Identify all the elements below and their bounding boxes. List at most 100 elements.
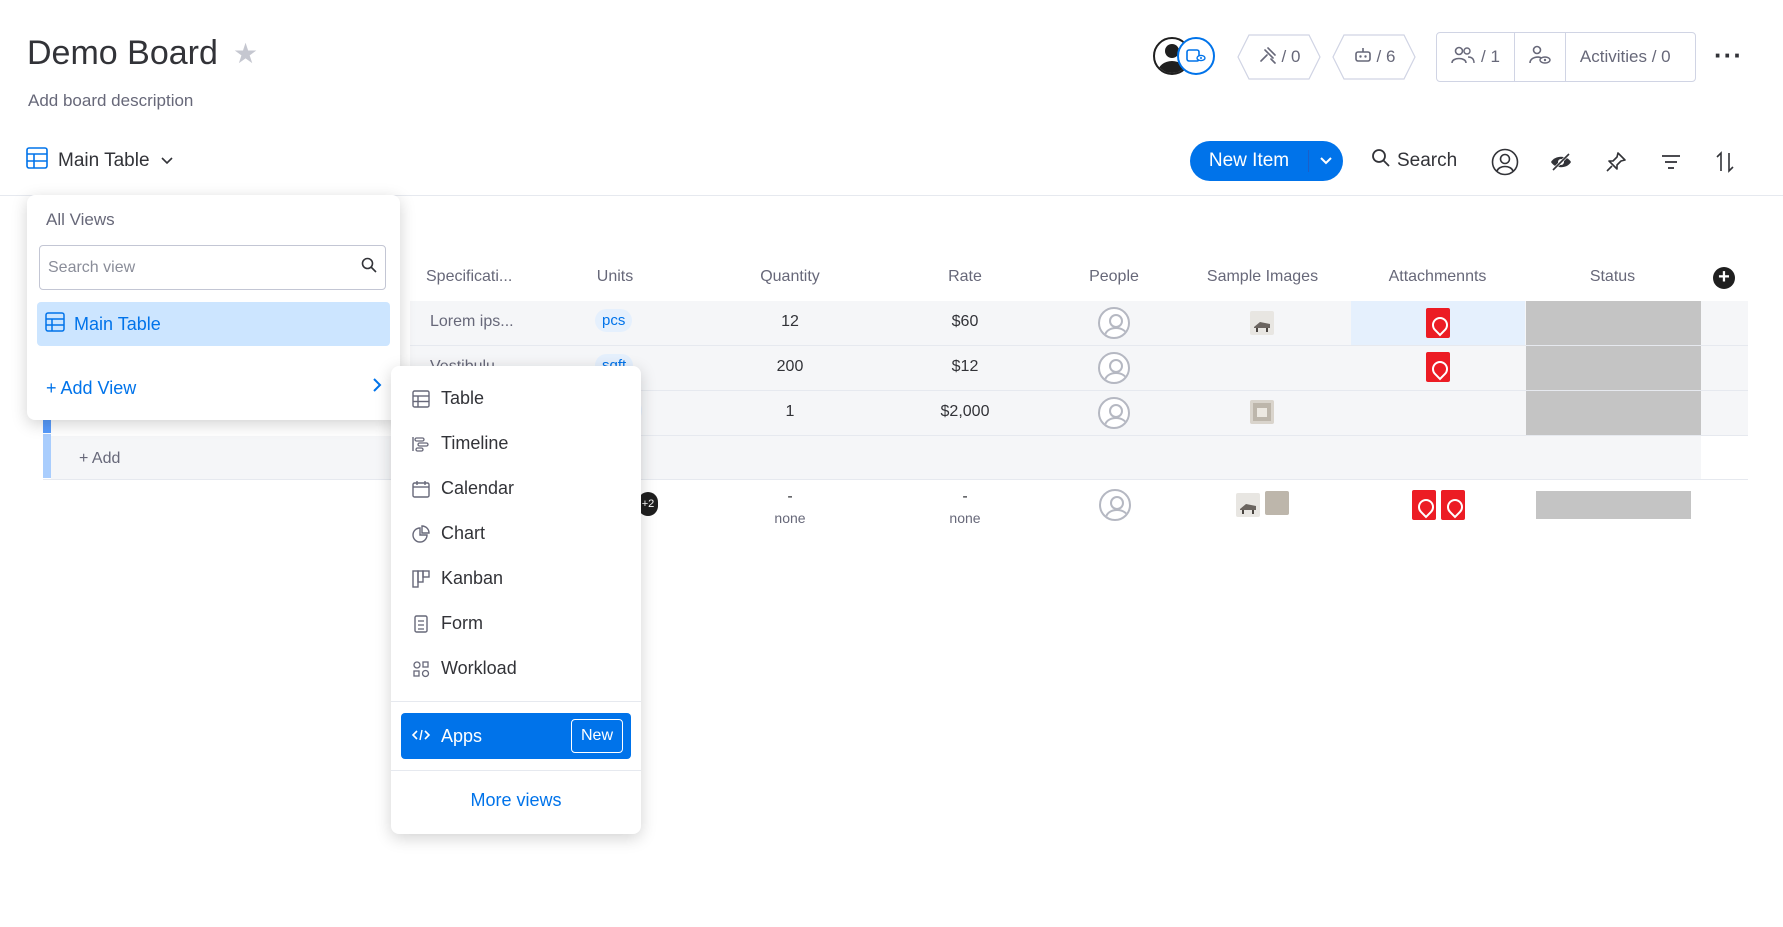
quantity-cell[interactable]: 200: [765, 358, 815, 376]
quantity-cell[interactable]: 1: [765, 403, 815, 421]
sort-icon[interactable]: [1711, 148, 1739, 176]
add-item-label[interactable]: + Add: [79, 450, 120, 468]
rate-cell[interactable]: $60: [940, 313, 990, 331]
table-icon: [411, 389, 431, 409]
rate-cell[interactable]: $2,000: [935, 403, 995, 421]
kanban-icon: [411, 569, 431, 589]
person-filter-icon[interactable]: [1491, 148, 1519, 176]
view-item-label: Main Table: [74, 313, 161, 334]
column-header-sample-images[interactable]: Sample Images: [1190, 268, 1335, 286]
activities-button[interactable]: Activities / 0: [1564, 33, 1685, 81]
automations-count: / 6: [1376, 47, 1396, 66]
search-icon: [361, 257, 377, 278]
view-item-main-table[interactable]: Main Table: [37, 302, 390, 346]
members-icon: [1451, 46, 1475, 69]
add-view-workload-label: Workload: [441, 658, 517, 678]
add-view-table[interactable]: Table: [411, 388, 484, 409]
row-divider: [43, 479, 1748, 480]
sample-image-thumbnail[interactable]: [1250, 311, 1274, 335]
integrations-button[interactable]: / 0: [1237, 34, 1321, 80]
column-header-attachments[interactable]: Attachmennts: [1370, 268, 1505, 286]
new-item-dropdown-icon[interactable]: [1309, 156, 1343, 166]
add-view-workload[interactable]: Workload: [411, 658, 517, 679]
add-view-timeline[interactable]: Timeline: [411, 433, 508, 454]
more-views-link[interactable]: More views: [391, 790, 641, 811]
view-selector[interactable]: Main Table: [26, 147, 174, 175]
filter-icon[interactable]: [1657, 148, 1685, 176]
submenu-divider: [391, 701, 641, 702]
add-view-form[interactable]: Form: [411, 613, 483, 634]
board-description[interactable]: Add board description: [28, 91, 193, 111]
column-header-people[interactable]: People: [1064, 268, 1164, 286]
new-badge: New: [570, 719, 623, 753]
column-header-quantity[interactable]: Quantity: [740, 268, 840, 286]
favorite-star-icon[interactable]: ★: [233, 40, 258, 68]
pie-chart-icon: [411, 524, 431, 544]
status-cell[interactable]: [1526, 391, 1701, 435]
add-view-calendar-label: Calendar: [441, 478, 515, 498]
members-button[interactable]: / 1: [1437, 33, 1514, 81]
automations-button[interactable]: / 6: [1332, 34, 1416, 80]
summary-count-badge: +2: [638, 492, 658, 516]
column-header-units[interactable]: Units: [570, 268, 660, 286]
add-view-submenu: Table Timeline Calendar Chart Kanban For…: [391, 366, 641, 834]
add-item-row[interactable]: [51, 436, 1701, 480]
rate-summary-value: -: [962, 488, 968, 505]
guest-view-avatar-icon[interactable]: [1177, 37, 1215, 75]
add-view-kanban-label: Kanban: [441, 568, 504, 588]
spec-cell[interactable]: Lorem ips...: [430, 313, 514, 331]
search-view-input[interactable]: [39, 245, 386, 290]
column-header-specification[interactable]: Specificati...: [426, 268, 518, 286]
search-icon: [1371, 148, 1391, 174]
add-view-calendar[interactable]: Calendar: [411, 478, 514, 499]
quantity-cell[interactable]: 12: [765, 313, 815, 331]
new-item-button[interactable]: New Item: [1190, 141, 1343, 181]
pin-icon[interactable]: [1602, 148, 1630, 176]
table-view-icon: [45, 311, 65, 337]
apps-label: Apps: [441, 725, 483, 746]
rate-cell[interactable]: $12: [940, 358, 990, 376]
person-placeholder-icon[interactable]: [1098, 352, 1130, 384]
person-placeholder-icon[interactable]: [1098, 397, 1130, 429]
person-placeholder-icon: [1099, 489, 1131, 521]
sample-image-thumbnail: [1236, 493, 1260, 517]
add-view-chart[interactable]: Chart: [411, 523, 485, 544]
pdf-file-icon: [1412, 490, 1436, 520]
integrations-icon: [1258, 46, 1278, 69]
column-header-rate[interactable]: Rate: [915, 268, 1015, 286]
add-view-timeline-label: Timeline: [441, 433, 509, 453]
column-header-status[interactable]: Status: [1560, 268, 1665, 286]
chevron-right-icon[interactable]: [371, 376, 383, 400]
add-view-chart-label: Chart: [441, 523, 486, 543]
more-options-icon[interactable]: ···: [1714, 40, 1743, 71]
chevron-down-icon: [160, 150, 174, 172]
add-view-kanban[interactable]: Kanban: [411, 568, 503, 589]
views-dropdown: All Views Main Table + Add View: [27, 195, 400, 420]
guest-access-button[interactable]: [1513, 33, 1565, 81]
rate-summary-sub: none: [949, 510, 981, 526]
person-view-icon: [1529, 45, 1551, 70]
status-cell[interactable]: [1526, 301, 1701, 345]
integrations-count: / 0: [1281, 47, 1301, 66]
search-button[interactable]: Search: [1371, 148, 1457, 174]
quantity-summary-value: -: [787, 488, 793, 505]
code-icon: [411, 726, 431, 747]
pdf-file-icon[interactable]: [1426, 352, 1450, 382]
pdf-file-icon[interactable]: [1426, 308, 1450, 338]
person-placeholder-icon[interactable]: [1098, 307, 1130, 339]
quantity-summary-sub: none: [774, 510, 806, 526]
board-title[interactable]: Demo Board: [27, 34, 218, 73]
sample-image-thumbnail[interactable]: [1250, 400, 1274, 424]
add-view-button[interactable]: + Add View: [46, 378, 136, 399]
board-actions-group: / 1 Activities / 0: [1436, 32, 1696, 82]
add-view-apps[interactable]: Apps New: [401, 713, 631, 759]
board-subscribers[interactable]: [1153, 37, 1217, 77]
hide-columns-icon[interactable]: [1547, 148, 1575, 176]
members-count: / 1: [1481, 47, 1500, 66]
status-cell[interactable]: [1526, 346, 1701, 390]
group-color-bar-add-row: [43, 434, 51, 478]
units-chip[interactable]: pcs: [595, 309, 633, 332]
timeline-icon: [411, 434, 431, 454]
workload-icon: [411, 659, 431, 679]
add-column-icon[interactable]: +: [1713, 267, 1735, 289]
